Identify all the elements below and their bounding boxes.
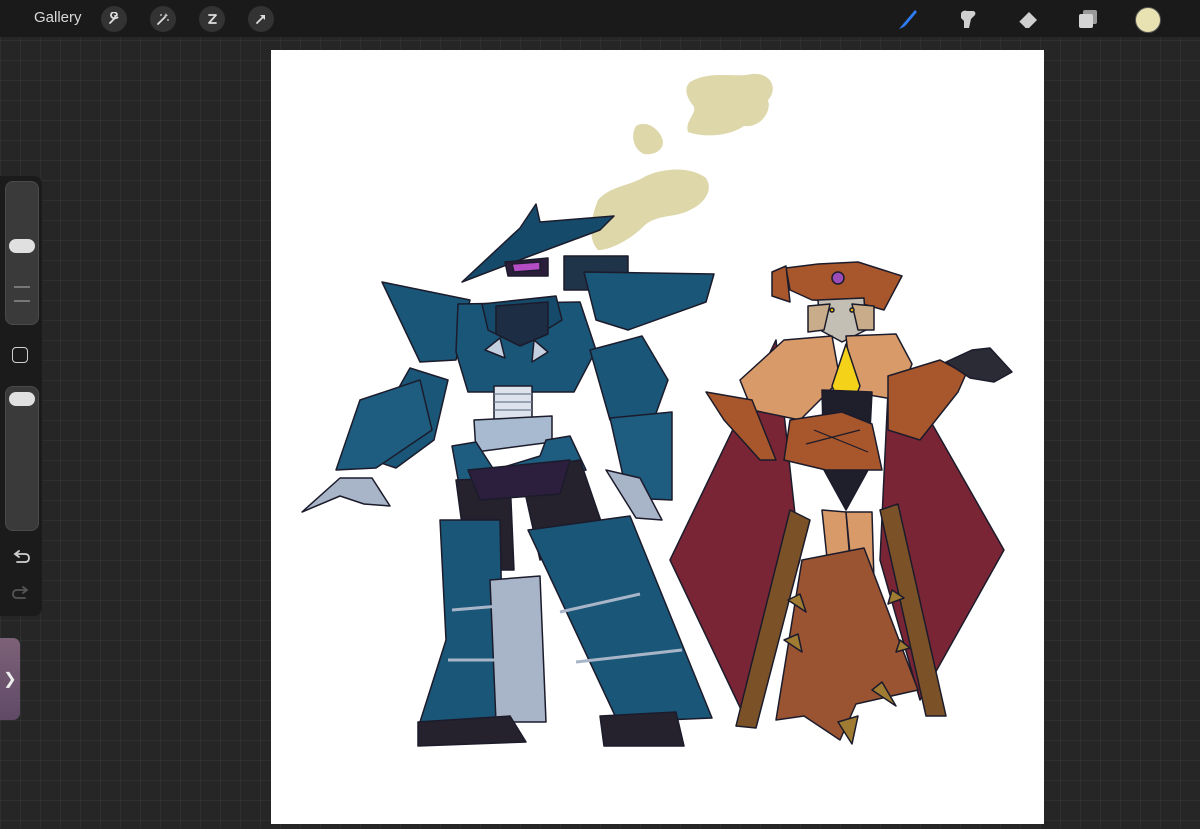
right-cowboy-figure: [669, 261, 1013, 745]
opacity-slider[interactable]: [5, 386, 39, 531]
brush-icon[interactable]: [895, 6, 921, 32]
sidebar-expand-handle[interactable]: ❯: [0, 638, 20, 720]
color-picker-swatch[interactable]: [1135, 7, 1161, 33]
wrench-icon[interactable]: [101, 6, 127, 32]
drawing-canvas[interactable]: [271, 50, 1044, 824]
undo-icon[interactable]: [11, 550, 31, 571]
gallery-button[interactable]: Gallery: [34, 9, 82, 26]
chevron-right-icon: ❯: [3, 671, 17, 688]
robot-character-artwork: [301, 73, 1013, 747]
modify-button[interactable]: [12, 347, 28, 363]
redo-icon[interactable]: [11, 586, 31, 607]
left-sidebar: [0, 176, 42, 616]
selection-icon[interactable]: [199, 6, 225, 32]
brush-size-slider[interactable]: [5, 181, 39, 325]
smudge-icon[interactable]: [955, 6, 981, 32]
magic-wand-icon[interactable]: [150, 6, 176, 32]
top-toolbar: Gallery: [0, 0, 1200, 37]
slider-tick: [14, 286, 30, 288]
transform-arrow-icon[interactable]: [248, 6, 274, 32]
brush-size-thumb[interactable]: [9, 238, 35, 253]
slider-tick: [14, 300, 30, 302]
layers-icon[interactable]: [1075, 6, 1101, 32]
smoke-plume: [591, 73, 773, 250]
opacity-thumb[interactable]: [9, 391, 35, 406]
eraser-icon[interactable]: [1015, 6, 1041, 32]
left-robot-figure: [301, 203, 715, 747]
